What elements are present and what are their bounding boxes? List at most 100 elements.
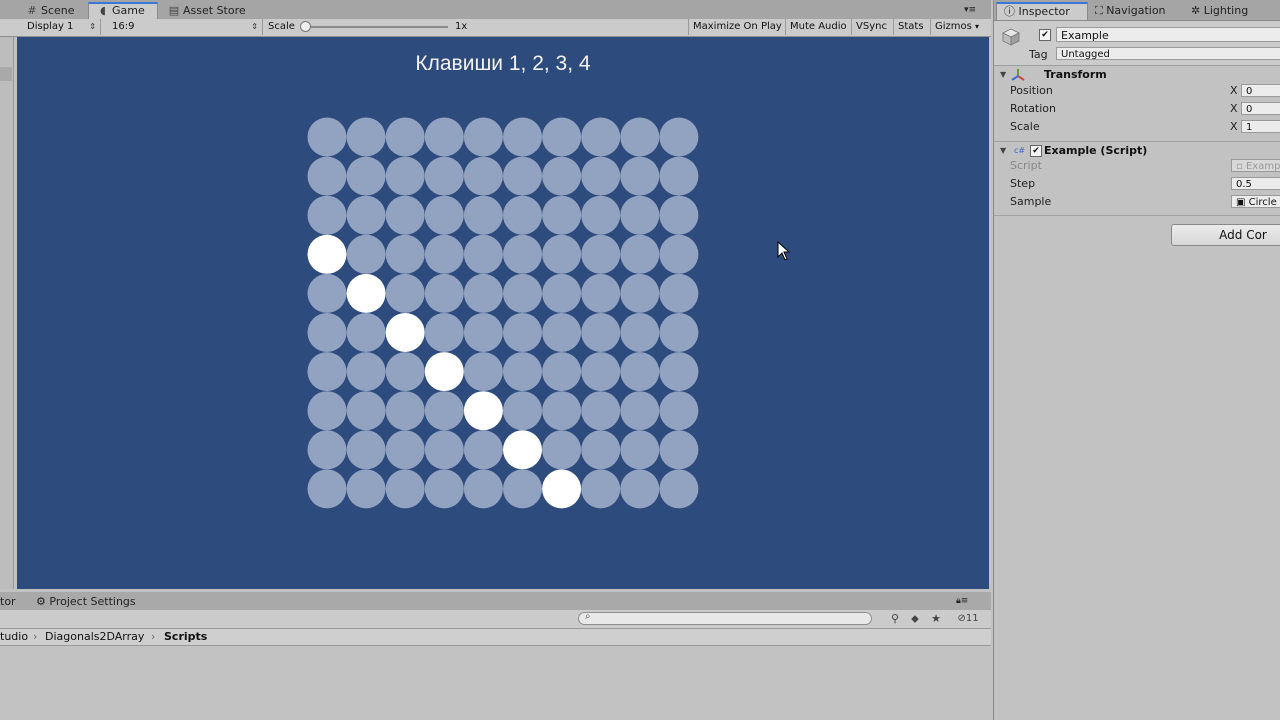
gameobject-cube-icon [1002, 28, 1020, 46]
script-label: Script [1010, 159, 1042, 172]
updown-arrow-icon: ⇕ [251, 22, 258, 31]
breadcrumb-item-current[interactable]: Scripts [164, 629, 207, 645]
grid-circle [503, 469, 542, 509]
position-x-field[interactable]: 0 [1241, 84, 1280, 97]
grid-circle [346, 469, 386, 509]
project-search[interactable]: ⌕ [578, 611, 872, 625]
grid-circle [542, 352, 582, 392]
grid-circle [463, 234, 503, 274]
grid-circle [620, 195, 660, 235]
script-file-icon: ▫ [1236, 161, 1243, 172]
grid-circle [307, 117, 347, 157]
component-divider [994, 215, 1280, 216]
grid-circle [581, 430, 621, 470]
pacman-icon: ◖ [100, 4, 106, 17]
panel-menu-icon[interactable]: ▾≡ [964, 2, 976, 19]
tab-game[interactable]: ◖ Game [88, 2, 158, 19]
tag-label: Tag [1029, 48, 1048, 61]
gear-icon: ⚙ [36, 595, 46, 608]
grid-circle [424, 117, 464, 157]
tab-asset-store[interactable]: ▤ Asset Store [160, 2, 254, 19]
grid-circle [542, 156, 582, 196]
collapsed-panel-handle[interactable] [0, 67, 12, 81]
vsync-button[interactable]: VSync [851, 19, 891, 35]
grid-circle [385, 469, 425, 509]
active-checkbox[interactable]: ✔ [1039, 29, 1051, 41]
grid-circle [463, 430, 503, 470]
store-icon: ▤ [168, 4, 180, 17]
grid-circle [346, 430, 386, 470]
grid-circle [385, 195, 425, 235]
maximize-on-play-button[interactable]: Maximize On Play [688, 19, 786, 35]
gizmos-dropdown[interactable]: Gizmos ▾ [930, 19, 988, 35]
grid-circle [659, 117, 699, 157]
grid-circle [659, 273, 699, 313]
component-enabled-checkbox[interactable]: ✔ [1030, 145, 1042, 157]
grid-circle-highlighted [307, 234, 347, 274]
grid-circle [620, 273, 660, 313]
aspect-dropdown[interactable]: 16:9 ⇕ [106, 19, 263, 35]
grid-icon: # [27, 4, 37, 17]
breadcrumb-item[interactable]: tudio [0, 629, 28, 645]
grid-circle [503, 313, 542, 352]
lock-icon[interactable]: 🔒︎≡ [956, 592, 968, 610]
search-input[interactable] [597, 613, 857, 624]
grid-circle [542, 391, 582, 431]
grid-circle [463, 117, 503, 157]
transform-axis-icon [1011, 69, 1025, 81]
script-component-header[interactable]: ▼ c# ✔ Example (Script) [994, 143, 1280, 159]
scale-x-field[interactable]: 1 [1241, 120, 1280, 133]
grid-circle [424, 156, 464, 196]
grid-circle [346, 117, 386, 157]
tab-navigation[interactable]: ⛶ Navigation [1088, 2, 1173, 20]
scale-slider-thumb[interactable] [300, 21, 311, 32]
grid-circle [307, 156, 347, 196]
grid-circle [307, 430, 347, 470]
grid-circle [307, 352, 347, 392]
grid-circle [542, 273, 582, 313]
grid-circle [542, 195, 582, 235]
grid-circle [307, 313, 347, 352]
tab-partial[interactable]: tor [0, 592, 16, 610]
grid-circle [346, 156, 386, 196]
filter-by-type-icon[interactable]: ⚲ [886, 611, 904, 627]
grid-circle [542, 234, 582, 274]
star-icon[interactable]: ★ [927, 611, 945, 627]
tab-lighting[interactable]: ✲ Lighting [1184, 2, 1255, 20]
label-icon[interactable]: ⬥ [906, 611, 924, 627]
mute-audio-button[interactable]: Mute Audio [785, 19, 851, 35]
chevron-right-icon: › [151, 630, 156, 643]
tab-inspector[interactable]: ⓘ Inspector [996, 2, 1088, 20]
grid-circle [581, 195, 621, 235]
grid-circle [424, 234, 464, 274]
add-component-button[interactable]: Add Cor [1171, 224, 1280, 246]
object-name-field[interactable]: Example [1056, 27, 1280, 42]
grid-circle [385, 234, 425, 274]
search-icon: ⌕ [585, 611, 591, 622]
object-header: ✔ Example Tag Untagged [994, 21, 1280, 66]
display-dropdown[interactable]: Display 1 ⇕ [21, 19, 101, 35]
game-view[interactable]: Клавиши 1, 2, 3, 4 [17, 37, 989, 589]
tag-dropdown[interactable]: Untagged [1056, 47, 1280, 60]
scale-slider[interactable] [305, 26, 448, 28]
sample-object-field[interactable]: ▣ Circle [1231, 195, 1280, 208]
hidden-packages-toggle[interactable]: ⊘11 [950, 611, 986, 627]
grid-circle [385, 156, 425, 196]
grid-circle-highlighted [385, 313, 425, 352]
breadcrumb-item[interactable]: Diagonals2DArray [45, 629, 144, 645]
step-field[interactable]: 0.5 [1231, 177, 1280, 190]
fold-arrow-icon: ▼ [1000, 70, 1007, 79]
game-toolbar: Display 1 ⇕ 16:9 ⇕ Scale 1x Maximize On Pl… [0, 19, 991, 37]
transform-header[interactable]: ▼ Transform [994, 67, 1280, 83]
tab-project-settings[interactable]: ⚙ Project Settings [36, 592, 136, 610]
grid-circle [346, 391, 386, 431]
stats-button[interactable]: Stats [893, 19, 928, 35]
info-icon: ⓘ [1004, 5, 1015, 18]
project-toolbar: ⌕ ⚲ ⬥ ★ ⊘11 [0, 610, 991, 629]
tab-scene[interactable]: # Scene [18, 2, 83, 19]
grid-circle [385, 273, 425, 313]
game-panel: # Scene ◖ Game ▤ Asset Store ▾≡ Display 1 ⇕ … [0, 0, 991, 592]
grid-circle [659, 195, 699, 235]
rotation-x-field[interactable]: 0 [1241, 102, 1280, 115]
grid-circle [346, 195, 386, 235]
